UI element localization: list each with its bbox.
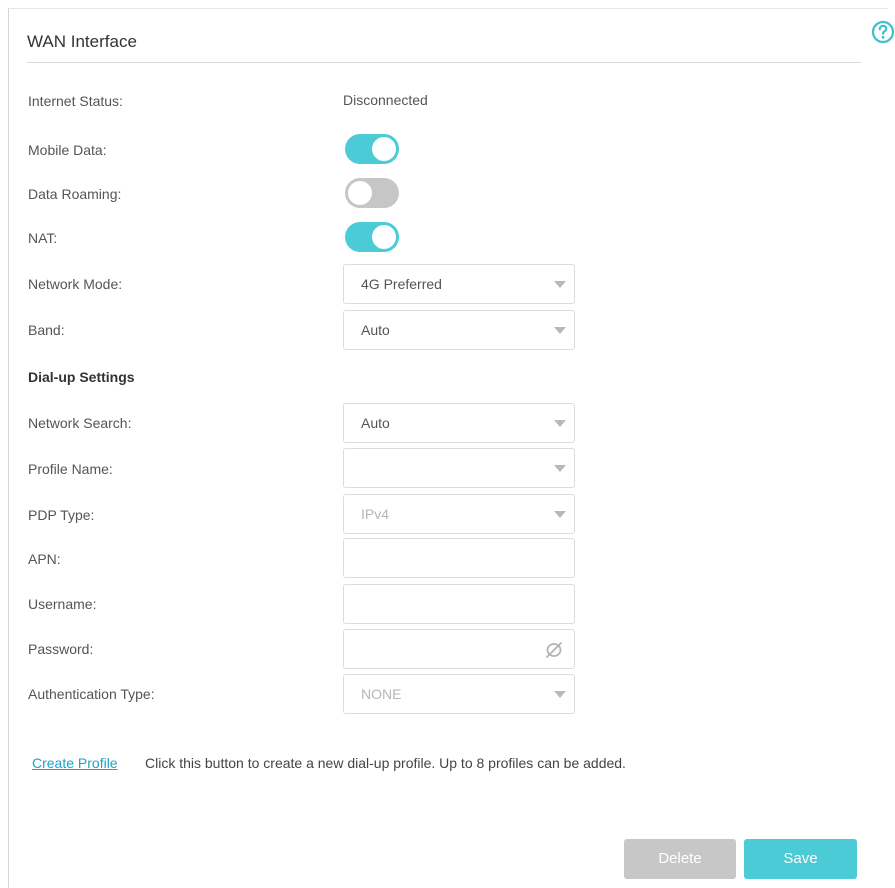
band-label: Band: (28, 322, 65, 338)
profile-name-label: Profile Name: (28, 461, 113, 477)
internet-status-label: Internet Status: (28, 93, 123, 109)
band-value: Auto (361, 322, 390, 338)
pdp-type-select[interactable]: IPv4 (343, 494, 575, 534)
create-profile-description: Click this button to create a new dial-u… (145, 755, 626, 771)
create-profile-link[interactable]: Create Profile (32, 755, 118, 771)
auth-type-label: Authentication Type: (28, 686, 155, 702)
toggle-knob (348, 181, 372, 205)
chevron-down-icon (554, 465, 566, 472)
eye-slash-icon[interactable] (544, 641, 564, 659)
network-search-value: Auto (361, 415, 390, 431)
help-circle-icon[interactable] (871, 20, 895, 44)
network-mode-select[interactable]: 4G Preferred (343, 264, 575, 304)
username-label: Username: (28, 596, 97, 612)
network-mode-label: Network Mode: (28, 276, 123, 292)
chevron-down-icon (554, 691, 566, 698)
mobile-data-label: Mobile Data: (28, 142, 107, 158)
chevron-down-icon (554, 511, 566, 518)
mobile-data-toggle[interactable] (345, 134, 399, 164)
chevron-down-icon (554, 327, 566, 334)
password-input[interactable] (343, 629, 575, 669)
profile-name-select[interactable] (343, 448, 575, 488)
nat-toggle[interactable] (345, 222, 399, 252)
password-label: Password: (28, 641, 94, 657)
pdp-type-label: PDP Type: (28, 507, 95, 523)
delete-button[interactable]: Delete (624, 839, 736, 879)
chevron-down-icon (554, 281, 566, 288)
network-search-label: Network Search: (28, 415, 132, 431)
chevron-down-icon (554, 420, 566, 427)
auth-type-select[interactable]: NONE (343, 674, 575, 714)
toggle-knob (372, 137, 396, 161)
save-button[interactable]: Save (744, 839, 857, 879)
network-mode-value: 4G Preferred (361, 276, 442, 292)
band-select[interactable]: Auto (343, 310, 575, 350)
dialup-section-title: Dial-up Settings (28, 369, 135, 385)
nat-label: NAT: (28, 230, 58, 246)
toggle-knob (372, 225, 396, 249)
internet-status-value: Disconnected (343, 92, 428, 108)
username-input[interactable] (343, 584, 575, 624)
auth-type-value: NONE (361, 686, 402, 702)
pdp-type-value: IPv4 (361, 506, 390, 522)
apn-input[interactable] (343, 538, 575, 578)
data-roaming-label: Data Roaming: (28, 186, 122, 202)
data-roaming-toggle[interactable] (345, 178, 399, 208)
apn-label: APN: (28, 551, 61, 567)
title-divider (27, 62, 861, 63)
network-search-select[interactable]: Auto (343, 403, 575, 443)
page-title: WAN Interface (27, 32, 137, 51)
